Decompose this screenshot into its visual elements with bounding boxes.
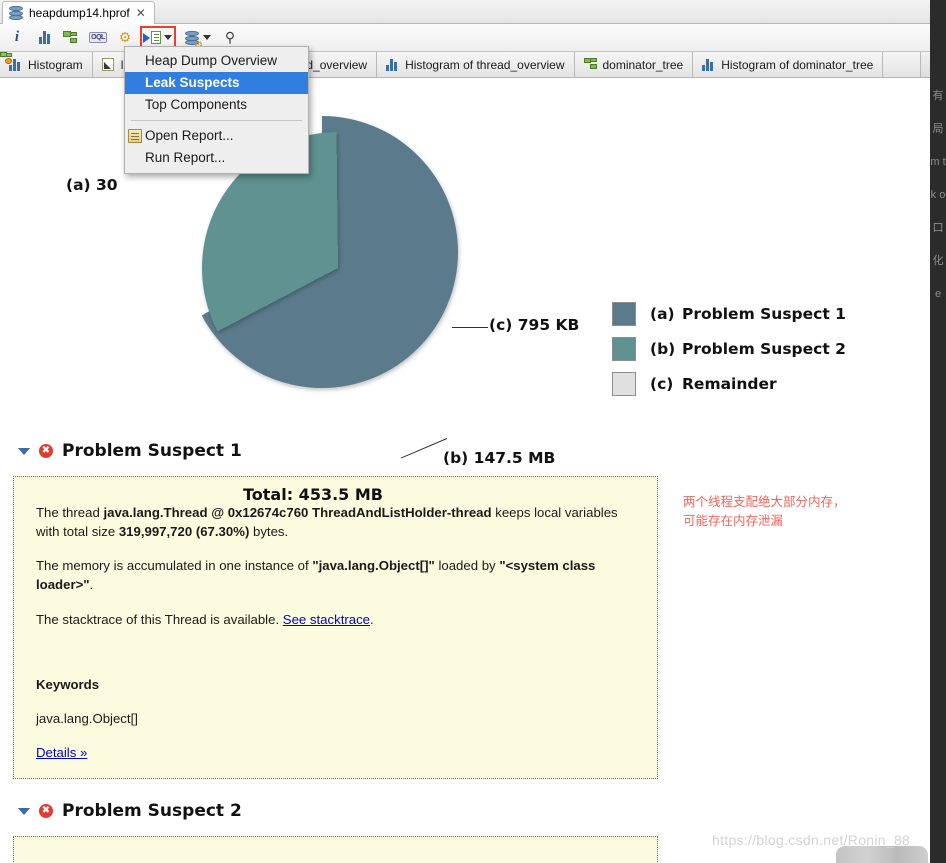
menu-item-leak-suspects[interactable]: Leak Suspects [125, 72, 308, 94]
dominator-tree-icon[interactable] [60, 27, 82, 49]
legend-swatch-c [612, 372, 636, 396]
file-tab-heapdump[interactable]: heapdump14.hprof ✕ [2, 1, 155, 24]
tab-dominator-tree[interactable]: dominator_tree [575, 52, 694, 77]
suspect-1-para-3: The stacktrace of this Thread is availab… [36, 610, 635, 629]
mat-leak-suspects-window: heapdump14.hprof ✕ i OQL ⚙ [0, 0, 946, 863]
suspect-1-keywords-value: java.lang.Object[] [36, 709, 635, 728]
database-icon [9, 6, 23, 21]
info-icon[interactable]: i [6, 27, 28, 49]
annotation-note: 两个线程支配绝大部分内存， 可能存在内存泄漏 [683, 492, 846, 531]
histogram-icon [386, 58, 400, 71]
error-icon: ✖ [39, 804, 53, 818]
error-icon: ✖ [39, 444, 53, 458]
suspect-1-details-link[interactable]: Details » [36, 745, 87, 760]
suspect-2-title: Problem Suspect 2 [62, 801, 242, 821]
list-icon [102, 58, 116, 71]
tab-extra[interactable] [883, 52, 921, 77]
pie-legend: (a)Problem Suspect 1 (b)Problem Suspect … [612, 302, 846, 407]
menu-item-open-report[interactable]: Open Report... [125, 125, 308, 147]
tree-glyph [63, 31, 79, 45]
histogram-icon [702, 58, 716, 71]
suspect-1-box: The thread java.lang.Thread @ 0x12674c76… [13, 476, 658, 779]
menu-separator [131, 120, 302, 121]
oql-icon[interactable]: OQL [87, 27, 109, 49]
pie-total-label: Total: 453.5 MB [243, 485, 383, 504]
suspect-1-para-1: The thread java.lang.Thread @ 0x12674c76… [36, 503, 635, 541]
tree-icon [584, 58, 598, 71]
suspect-1-keywords-heading: Keywords [36, 675, 635, 694]
legend-item-c: (c)Remainder [612, 372, 846, 396]
legend-item-b: (b)Problem Suspect 2 [612, 337, 846, 361]
menu-item-top-components[interactable]: Top Components [125, 94, 308, 116]
suspect-2-box: The thread java.lang.Thread @ 0x126754ff… [13, 836, 658, 863]
report-content: (a) 30 (c) 795 KB (b) 147.5 MB Total: 45… [0, 78, 930, 863]
editor-titlebar: heapdump14.hprof ✕ [0, 0, 930, 24]
pie-label-c: (c) 795 KB [489, 316, 579, 334]
report-glyph [143, 31, 161, 45]
triangle-down-icon[interactable] [18, 448, 30, 455]
watermark-shape [836, 846, 928, 863]
legend-label-b: (b)Problem Suspect 2 [650, 340, 846, 358]
background-window-sliver: 有 局 m t k o 口 化 e [930, 0, 946, 863]
run-report-dropdown-menu[interactable]: Heap Dump Overview Leak Suspects Top Com… [124, 46, 309, 174]
legend-swatch-a [612, 302, 636, 326]
legend-item-a: (a)Problem Suspect 1 [612, 302, 846, 326]
tab-label: Histogram of thread_overview [405, 58, 564, 72]
chevron-down-icon[interactable] [164, 35, 172, 40]
triangle-down-icon[interactable] [18, 808, 30, 815]
watermark-text: https://blog.csdn.net/Ronin_88 [712, 832, 910, 848]
tab-histogram-dominator-tree[interactable]: Histogram of dominator_tree [693, 52, 883, 77]
file-tab-label: heapdump14.hprof [29, 6, 130, 20]
pie-label-b: (b) 147.5 MB [443, 449, 555, 467]
leader-line-c [452, 327, 488, 328]
menu-item-heap-dump-overview[interactable]: Heap Dump Overview [125, 50, 308, 72]
histogram-icon[interactable] [33, 27, 55, 49]
pie-label-a: (a) 30 [66, 176, 118, 194]
suspect-1-para-2: The memory is accumulated in one instanc… [36, 556, 635, 594]
report-file-icon [128, 129, 142, 143]
suspect-2-header[interactable]: ✖ Problem Suspect 2 [18, 798, 930, 824]
tree-warning-icon [892, 58, 906, 71]
legend-label-c: (c)Remainder [650, 375, 777, 393]
legend-label-a: (a)Problem Suspect 1 [650, 305, 846, 323]
tab-label: dominator_tree [603, 58, 684, 72]
close-icon[interactable]: ✕ [136, 7, 146, 19]
tab-label: Histogram of dominator_tree [721, 58, 873, 72]
chevron-down-icon-2[interactable] [203, 35, 211, 40]
histogram-glyph [39, 31, 50, 44]
suspect-1-title: Problem Suspect 1 [62, 441, 242, 461]
see-stacktrace-link[interactable]: See stacktrace [283, 612, 370, 627]
tab-histogram[interactable]: Histogram [0, 52, 93, 77]
menu-item-run-report[interactable]: Run Report... [125, 147, 308, 169]
tab-histogram-thread-overview[interactable]: Histogram of thread_overview [377, 52, 574, 77]
legend-swatch-b [612, 337, 636, 361]
tab-label: Histogram [28, 58, 83, 72]
